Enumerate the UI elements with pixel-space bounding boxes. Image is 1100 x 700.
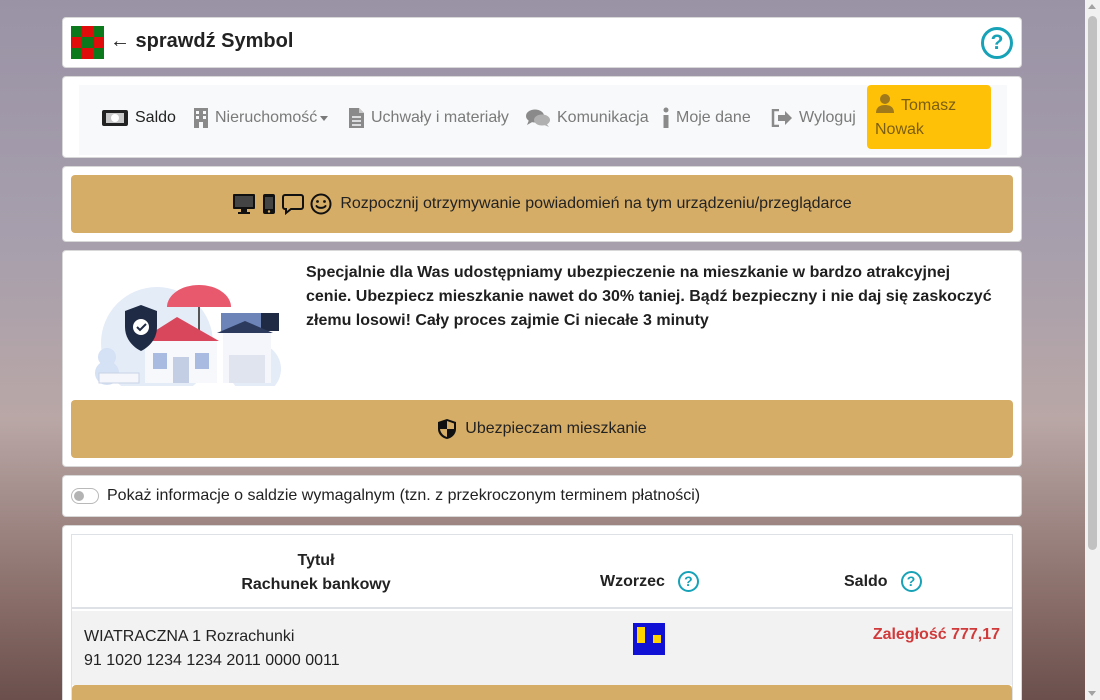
desktop-icon [233,194,256,214]
balance-info-toggle-card: Pokaż informacje o saldzie wymagalnym (t… [62,475,1022,517]
scroll-down-arrow[interactable] [1088,691,1096,696]
building-icon [194,108,208,128]
mobile-icon [263,194,276,214]
money-bill-icon [102,110,128,126]
overdue-balance-switch[interactable] [71,488,99,504]
insure-apartment-button[interactable]: Ubezpieczam mieszkanie [71,400,1013,458]
user-menu-button[interactable]: Tomasz Nowak [867,85,991,149]
table-header: Tytuł Rachunek bankowy Wzorzec ? Saldo ? [72,535,1012,609]
nav-item-nieruchomosc[interactable]: Nieruchomość [193,106,329,130]
file-icon [349,108,364,128]
chevron-down-icon [320,115,329,121]
insure-button-label: Ubezpieczam mieszkanie [465,420,647,437]
nav-label: Moje dane [676,109,751,126]
payment-pattern-icon[interactable] [633,623,665,655]
header-tytul: Tytuł [297,552,335,569]
house-insurance-illustration [95,285,281,386]
balance-value: Zaległość 777,17 [872,626,1000,643]
nav-item-komunikacja[interactable]: Komunikacja [525,106,649,130]
nav-label: Komunikacja [557,109,649,126]
comments-icon [526,109,550,127]
accounts-table: Tytuł Rachunek bankowy Wzorzec ? Saldo ?… [71,534,1013,700]
user-first-name: Tomasz [901,97,957,114]
nav-label: Wyloguj [799,109,856,126]
info-icon [663,107,669,128]
nav-label: Nieruchomość [215,109,318,126]
nav-item-wyloguj[interactable]: Wyloguj [771,106,856,130]
enable-notifications-button[interactable]: Rozpocznij otrzymywanie powiadomień na t… [71,175,1013,233]
user-icon [876,94,894,113]
nav-label: Saldo [135,109,176,126]
nav-item-saldo[interactable]: Saldo [101,106,176,130]
nav-item-uchwaly[interactable]: Uchwały i materiały [348,106,509,130]
header-saldo: Saldo [844,572,888,590]
navbar: Saldo Nieruchomość Uchwały i materiały K… [79,85,1007,155]
header-rachunek: Rachunek bankowy [241,576,391,593]
question-circle-icon[interactable]: ? [900,571,922,592]
smile-icon [310,193,332,215]
community-logo[interactable] [71,26,104,59]
user-last-name: Nowak [875,121,924,138]
table-row[interactable]: WIATRACZNA 1 Rozrachunki 91 1020 1234 12… [72,611,1012,685]
header-wzorzec: Wzorzec [600,572,665,590]
question-circle-icon[interactable]: ? [677,571,699,592]
overdue-balance-label[interactable]: Pokaż informacje o saldzie wymagalnym (t… [107,487,700,505]
navbar-card: Saldo Nieruchomość Uchwały i materiały K… [62,76,1022,158]
notifications-label: Rozpocznij otrzymywanie powiadomień na t… [340,195,852,212]
question-circle-icon[interactable]: ? [981,27,1013,59]
header-card: ← sprawdź Symbol ? [62,17,1022,68]
column-header-wzorzec: Wzorzec ? [600,571,699,592]
column-header-saldo: Saldo ? [844,571,922,592]
insurance-promo-text: Specjalnie dla Was udostępniamy ubezpiec… [306,264,992,329]
shield-icon [438,419,457,439]
column-header-title: Tytuł Rachunek bankowy [196,549,436,597]
scrollbar-thumb[interactable] [1088,16,1097,550]
nav-label: Uchwały i materiały [371,109,509,126]
page-scrollbar[interactable] [1085,0,1100,700]
account-name: WIATRACZNA 1 Rozrachunki [84,628,295,645]
next-action-button[interactable] [72,685,1012,700]
sign-out-icon [771,109,792,127]
comment-icon [282,194,305,215]
accounts-card: Tytuł Rachunek bankowy Wzorzec ? Saldo ?… [62,525,1022,700]
scroll-up-arrow[interactable] [1088,4,1096,9]
account-number: 91 1020 1234 1234 2011 0000 0011 [84,652,340,669]
nav-item-moje-dane[interactable]: Moje dane [662,106,751,130]
page-title-link[interactable]: ← sprawdź Symbol [110,30,293,53]
notifications-card: Rozpocznij otrzymywanie powiadomień na t… [62,166,1022,242]
insurance-card: Specjalnie dla Was udostępniamy ubezpiec… [62,250,1022,467]
